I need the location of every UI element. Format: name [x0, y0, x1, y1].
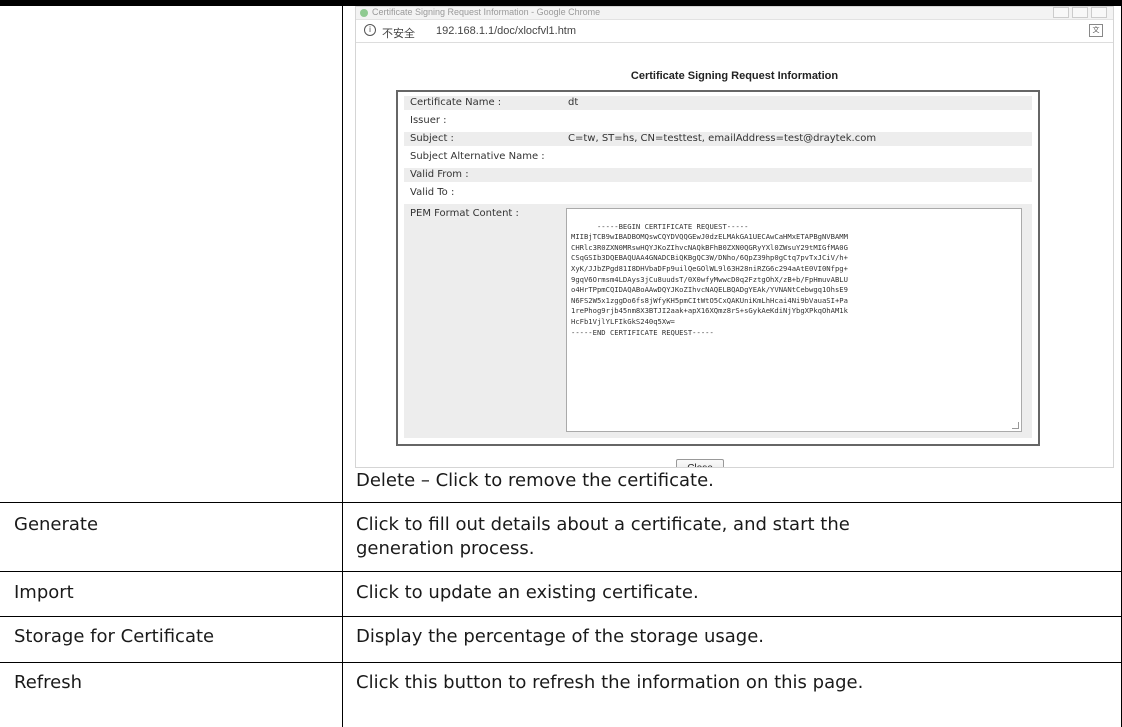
minimize-icon[interactable] [1053, 7, 1069, 18]
term-refresh: Refresh [14, 672, 82, 693]
csr-label: Issuer : [410, 115, 447, 126]
row-divider [0, 571, 1122, 572]
csr-heading: Certificate Signing Request Information [630, 70, 839, 82]
csr-label: Certificate Name : [410, 97, 502, 108]
url-text[interactable]: 192.168.1.1/doc/xlocfvl1.htm [436, 25, 576, 37]
desc-import: Click to update an existing certificate. [356, 582, 699, 603]
csr-value: dt [568, 97, 579, 108]
term-storage: Storage for Certificate [14, 626, 215, 647]
desc-refresh: Click this button to refresh the informa… [356, 672, 864, 693]
desc-storage: Display the percentage of the storage us… [356, 626, 764, 647]
csr-row: Subject : C=tw, ST=hs, CN=testtest, emai… [404, 132, 1032, 146]
pem-content: -----BEGIN CERTIFICATE REQUEST----- MIIB… [571, 221, 848, 337]
csr-label: Subject Alternative Name : [410, 151, 545, 162]
csr-label: Valid To : [410, 187, 455, 198]
desc-generate-line2: generation process. [356, 538, 535, 559]
resize-grip-icon[interactable] [1012, 422, 1019, 429]
maximize-icon[interactable] [1072, 7, 1088, 18]
row-divider [0, 662, 1122, 663]
column-divider [342, 6, 343, 727]
row-divider [0, 502, 1122, 503]
address-bar[interactable]: i 不安全 192.168.1.1/doc/xlocfvl1.htm 文 [356, 20, 1113, 43]
window-controls[interactable] [1053, 7, 1107, 18]
pem-textarea[interactable]: -----BEGIN CERTIFICATE REQUEST----- MIIB… [566, 208, 1022, 432]
chrome-icon [360, 9, 368, 17]
csr-row: Valid From : [404, 168, 1032, 182]
close-button[interactable]: Close [676, 459, 724, 467]
csr-browser-window: Certificate Signing Request Information … [355, 6, 1114, 468]
csr-row: Certificate Name : dt [404, 96, 1032, 110]
window-titlebar: Certificate Signing Request Information … [356, 7, 1113, 20]
close-window-icon[interactable] [1091, 7, 1107, 18]
term-generate: Generate [14, 514, 99, 535]
csr-label: Valid From : [410, 169, 469, 180]
csr-info-table: Certificate Name : dt Issuer : Subject :… [396, 90, 1040, 446]
translate-icon[interactable]: 文 [1089, 24, 1103, 37]
csr-row: Subject Alternative Name : [404, 150, 1032, 164]
csr-value: C=tw, ST=hs, CN=testtest, emailAddress=t… [568, 133, 877, 144]
csr-row: Valid To : [404, 186, 1032, 200]
window-title: Certificate Signing Request Information … [372, 7, 601, 17]
csr-label: Subject : [410, 133, 454, 144]
desc-generate-line1: Click to fill out details about a certif… [356, 514, 850, 535]
delete-description: Delete – Click to remove the certificate… [356, 470, 714, 491]
csr-row: Issuer : [404, 114, 1032, 128]
row-divider [0, 616, 1122, 617]
info-icon[interactable]: i [364, 24, 376, 36]
security-label: 不安全 [382, 28, 415, 40]
term-import: Import [14, 582, 74, 603]
pem-label: PEM Format Content : [410, 208, 519, 219]
